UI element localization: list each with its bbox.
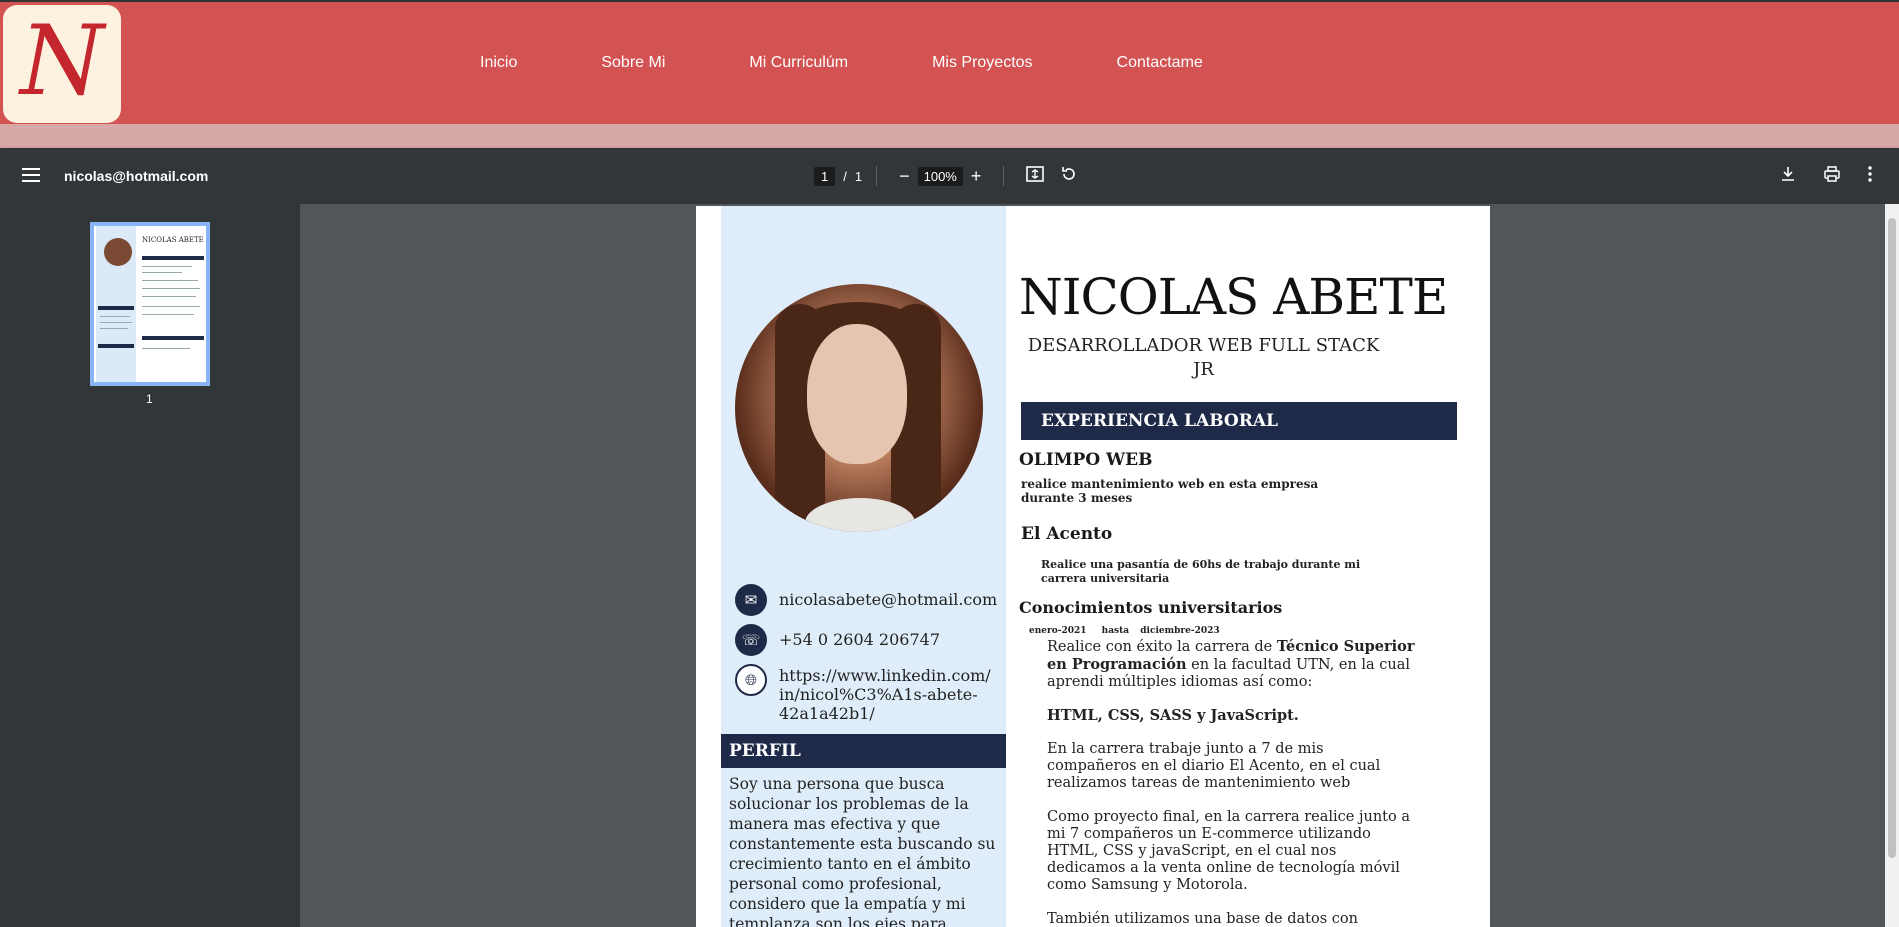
job2-description: Realice una pasantía de 60hs de trabajo … bbox=[1041, 558, 1360, 586]
linkedin-link[interactable]: https://www.linkedin.com/ in/nicol%C3%A1… bbox=[779, 666, 991, 723]
uni-from: enero-2021 bbox=[1029, 626, 1087, 636]
zoom-out-button[interactable]: − bbox=[899, 166, 910, 186]
page-separator: / bbox=[843, 168, 847, 184]
more-options-icon[interactable] bbox=[1867, 165, 1873, 187]
logo-letter: N bbox=[20, 5, 104, 117]
download-icon[interactable] bbox=[1779, 165, 1797, 187]
zoom-in-button[interactable]: + bbox=[971, 166, 982, 186]
globe-icon: 🌐︎ bbox=[735, 664, 767, 696]
perfil-heading: PERFIL bbox=[721, 734, 1006, 768]
job2-line: carrera universitaria bbox=[1041, 572, 1170, 585]
thumbnail-text-line bbox=[142, 296, 196, 297]
uni-heading: Conocimientos universitarios bbox=[1019, 598, 1283, 617]
thumbnail-text-line bbox=[100, 328, 128, 329]
uni-paragraph-2: En la carrera trabaje junto a 7 de mis c… bbox=[1047, 741, 1381, 791]
experiencia-heading: EXPERIENCIA LABORAL bbox=[1021, 402, 1457, 440]
pdf-viewer: ✉ nicolasabete@hotmail.com ☏ +54 0 2604 … bbox=[300, 204, 1885, 927]
fit-page-icon[interactable] bbox=[1026, 165, 1045, 187]
toolbar-divider bbox=[876, 166, 878, 186]
cv-name: NICOLAS ABETE bbox=[1019, 268, 1448, 326]
linkedin-line: in/nicol%C3%A1s-abete- bbox=[779, 685, 978, 704]
thumbnail-text-line bbox=[100, 322, 132, 323]
linkedin-line: https://www.linkedin.com/ bbox=[779, 666, 991, 685]
cv-left-column: ✉ nicolasabete@hotmail.com ☏ +54 0 2604 … bbox=[721, 206, 1006, 927]
pdf-page: ✉ nicolasabete@hotmail.com ☏ +54 0 2604 … bbox=[696, 206, 1490, 927]
linkedin-line: 42a1a42b1/ bbox=[779, 704, 875, 723]
uni-dates: enero-2021 hasta diciembre-2023 bbox=[1029, 624, 1220, 638]
nav-mi-curriculum[interactable]: Mi Curriculúm bbox=[749, 54, 848, 72]
right-toolbar bbox=[1761, 165, 1881, 187]
thumbnail-text-line bbox=[142, 306, 200, 307]
phone-text: +54 0 2604 206747 bbox=[779, 630, 940, 649]
current-page-input[interactable]: 1 bbox=[814, 166, 836, 186]
thumbnail-section-bar bbox=[142, 336, 204, 340]
toolbar-divider bbox=[1003, 166, 1005, 186]
nav-inicio[interactable]: Inicio bbox=[480, 54, 517, 72]
uni-to: diciembre-2023 bbox=[1140, 626, 1220, 636]
print-icon[interactable] bbox=[1823, 165, 1841, 187]
pdf-toolbar: nicolas@hotmail.com 1 / 1 − 100% + bbox=[0, 148, 1899, 204]
thumbnail-sidebar: NICOLAS ABETE 1 bbox=[0, 204, 300, 927]
job1-description: realice mantenimiento web en esta empres… bbox=[1021, 477, 1318, 505]
thumbnail-text-line bbox=[142, 280, 198, 281]
profile-photo bbox=[735, 284, 983, 532]
contact-email: ✉ nicolasabete@hotmail.com bbox=[735, 584, 997, 616]
thumbnail-text-line bbox=[142, 288, 200, 289]
email-text[interactable]: nicolasabete@hotmail.com bbox=[779, 590, 997, 609]
page-thumbnail[interactable]: NICOLAS ABETE bbox=[90, 222, 210, 386]
nav-sobre-mi[interactable]: Sobre Mi bbox=[601, 54, 665, 72]
uni-hasta: hasta bbox=[1101, 626, 1130, 636]
thumbnail-title: NICOLAS ABETE bbox=[142, 236, 204, 244]
page-navigation: 1 / 1 − 100% + bbox=[814, 165, 1086, 187]
cv-role: DESARROLLADOR WEB FULL STACK JR bbox=[1021, 334, 1386, 382]
thumbnail-text-line bbox=[100, 316, 130, 317]
main-nav: Inicio Sobre Mi Mi Curriculúm Mis Proyec… bbox=[480, 54, 1203, 72]
contact-phone: ☏ +54 0 2604 206747 bbox=[735, 624, 940, 656]
thumbnail-text-line bbox=[142, 348, 190, 349]
thumbnail-text-line bbox=[142, 314, 194, 315]
thumbnail-section-bar bbox=[142, 256, 204, 260]
document-title: nicolas@hotmail.com bbox=[64, 168, 209, 184]
uni-paragraph-3: Como proyecto final, en la carrera reali… bbox=[1047, 809, 1410, 893]
zoom-level-input[interactable]: 100% bbox=[917, 166, 963, 186]
uni-paragraph-4: También utilizamos una base de datos con… bbox=[1047, 911, 1358, 927]
role-line: DESARROLLADOR WEB FULL STACK bbox=[1027, 335, 1380, 356]
uni-languages: HTML, CSS, SASS y JavaScript. bbox=[1047, 707, 1299, 724]
thumbnail-text-line bbox=[142, 266, 192, 267]
uni-p1-a: Realice con éxito la carrera de bbox=[1047, 639, 1277, 655]
perfil-text: Soy una persona que busca solucionar los… bbox=[729, 775, 996, 927]
thumbnail-section-bar bbox=[98, 344, 134, 348]
menu-icon[interactable] bbox=[22, 168, 40, 184]
phone-icon: ☏ bbox=[735, 624, 767, 656]
viewer-scrollbar[interactable] bbox=[1885, 204, 1899, 927]
thumbnail-text-line bbox=[142, 272, 182, 273]
thumbnail-photo bbox=[104, 238, 132, 266]
nav-mis-proyectos[interactable]: Mis Proyectos bbox=[932, 54, 1032, 72]
cv-right-column: NICOLAS ABETE DESARROLLADOR WEB FULL STA… bbox=[1019, 206, 1490, 927]
header-divider-strip bbox=[0, 124, 1899, 148]
uni-paragraph-1: Realice con éxito la carrera de Técnico … bbox=[1047, 638, 1417, 691]
site-logo[interactable]: N bbox=[3, 5, 121, 123]
rotate-icon[interactable] bbox=[1060, 165, 1078, 187]
nav-contactame[interactable]: Contactame bbox=[1117, 54, 1203, 72]
job1-company: OLIMPO WEB bbox=[1019, 450, 1153, 470]
site-header: N Inicio Sobre Mi Mi Curriculúm Mis Proy… bbox=[0, 0, 1899, 124]
job1-line: durante 3 meses bbox=[1021, 491, 1133, 505]
job1-line: realice mantenimiento web en esta empres… bbox=[1021, 477, 1319, 491]
contact-linkedin: 🌐︎ https://www.linkedin.com/ in/nicol%C3… bbox=[735, 664, 991, 723]
job2-company: El Acento bbox=[1021, 524, 1113, 544]
role-line: JR bbox=[1193, 359, 1214, 380]
total-pages: 1 bbox=[854, 168, 863, 184]
thumbnail-page-number: 1 bbox=[146, 392, 153, 406]
job2-line: Realice una pasantía de 60hs de trabajo … bbox=[1041, 558, 1361, 571]
thumbnail-section-bar bbox=[98, 306, 134, 310]
mail-icon: ✉ bbox=[735, 584, 767, 616]
scrollbar-thumb[interactable] bbox=[1888, 218, 1896, 858]
